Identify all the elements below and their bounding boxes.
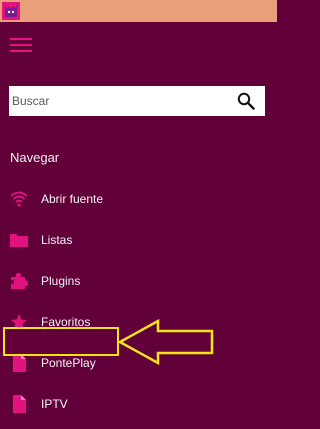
puzzle-icon: [10, 272, 28, 290]
search-box: [9, 86, 265, 116]
document-icon: [10, 395, 28, 413]
nav-item-label: IPTV: [41, 397, 68, 411]
title-bar: [0, 0, 277, 22]
search-input[interactable]: [9, 86, 229, 116]
nav-item-label: PontePlay: [41, 356, 96, 370]
hamburger-menu-icon[interactable]: [10, 37, 32, 53]
nav-item-plugins[interactable]: Plugins: [0, 260, 277, 301]
document-icon: [10, 354, 28, 372]
annotation-highlight-box: [3, 327, 119, 356]
nav-item-label: Plugins: [41, 274, 81, 288]
folder-icon: [10, 231, 28, 249]
nav-item-iptv[interactable]: IPTV: [0, 383, 277, 424]
nav-item-abrir-fuente[interactable]: Abrir fuente: [0, 178, 277, 219]
nav-item-label: Abrir fuente: [41, 192, 104, 206]
nav-list: Abrir fuente Listas Plugins Favoritos Po…: [0, 178, 277, 424]
nav-item-label: Listas: [41, 233, 73, 247]
nav-item-listas[interactable]: Listas: [0, 219, 277, 260]
section-title: Navegar: [10, 150, 60, 165]
annotation-arrow-icon: [118, 318, 214, 366]
app-logo-icon: [2, 2, 20, 20]
search-icon[interactable]: [237, 92, 255, 110]
wifi-icon: [10, 190, 28, 208]
navigation-pane: Navegar Abrir fuente Listas: [0, 22, 277, 429]
